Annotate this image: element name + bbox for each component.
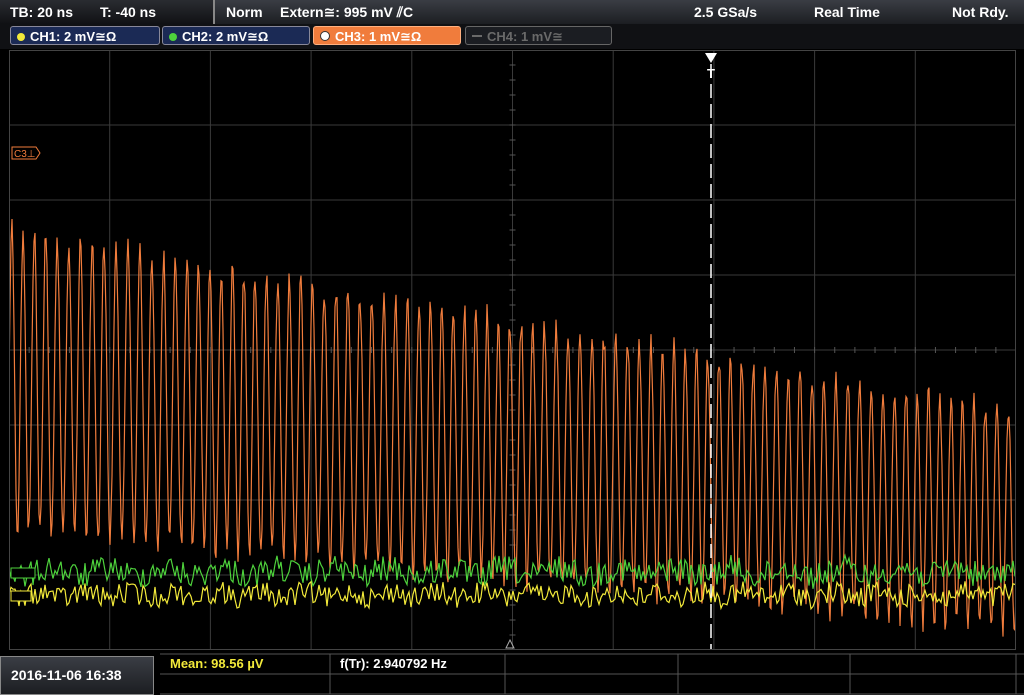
trigger-time-value[interactable]: T: -40 ns (100, 0, 156, 24)
trigger-mode[interactable]: Norm (226, 0, 263, 24)
sample-rate: 2.5 GSa/s (694, 4, 758, 20)
timebase-value[interactable]: TB: 20 ns (10, 0, 73, 24)
channel-1-button[interactable]: CH1: 2 mV≅Ω (10, 26, 160, 45)
status-bar: TB: 20 ns T: -40 ns Norm Extern≅: 995 mV… (0, 0, 1024, 25)
channel-3-button[interactable]: CH3: 1 mV≅Ω (313, 26, 461, 45)
mean-measurement[interactable]: Mean: 98.56 µV (170, 654, 263, 674)
channel-1-color-icon (17, 33, 25, 41)
trigger-source[interactable]: Extern≅: 995 mV ⫽C (280, 0, 413, 24)
channel-4-button[interactable]: CH4: 1 mV≅ (465, 26, 612, 45)
display-frame (9, 50, 1016, 650)
channel-2-color-icon (169, 33, 177, 41)
trigger-frequency-measurement[interactable]: f(Tr): 2.940792 Hz (340, 654, 447, 674)
channel-2-button[interactable]: CH2: 2 mV≅Ω (162, 26, 310, 45)
date-time-display[interactable]: 2016-11-06 16:38 (0, 656, 154, 695)
channel-4-off-icon (472, 35, 482, 37)
acquisition-status: Not Rdy. (952, 4, 1009, 20)
channel-3-color-icon (320, 31, 330, 41)
acquisition-mode: Real Time (814, 4, 880, 20)
channel-bar: CH1: 2 mV≅Ω CH2: 2 mV≅Ω CH3: 1 mV≅Ω CH4:… (0, 24, 1024, 49)
